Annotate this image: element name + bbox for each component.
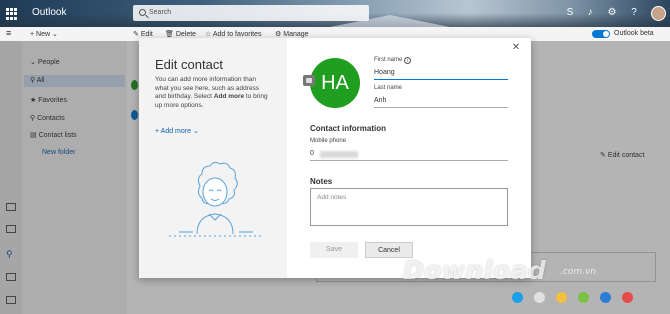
- search-icon: [139, 9, 146, 16]
- new-button[interactable]: + New ⌄: [30, 30, 58, 38]
- watermark-dot: [534, 292, 545, 303]
- header-bar: Outlook Search S ♪ ⚙ ?: [0, 0, 670, 27]
- beta-label: Outlook beta: [614, 30, 654, 37]
- first-name-underline: [374, 79, 508, 80]
- search-box[interactable]: Search: [133, 5, 369, 21]
- edit-contact-dialog: Edit contact You can add more informatio…: [139, 38, 531, 278]
- contact-avatar: HA: [310, 58, 360, 108]
- last-name-label: Last name: [374, 85, 403, 91]
- account-avatar[interactable]: [651, 6, 666, 21]
- notes-placeholder: Add notes: [317, 194, 347, 201]
- dialog-description: You can add more information than what y…: [155, 76, 268, 109]
- notes-heading: Notes: [310, 177, 333, 186]
- last-name-underline: [374, 107, 508, 108]
- watermark-dots: [512, 292, 644, 305]
- add-more-button[interactable]: + Add more ⌄: [155, 127, 199, 135]
- search-placeholder: Search: [149, 9, 172, 16]
- watermark-dot: [600, 292, 611, 303]
- edit-button[interactable]: ✎ Edit: [133, 30, 153, 38]
- bell-icon[interactable]: ♪: [584, 7, 596, 19]
- beta-toggle[interactable]: [592, 30, 610, 38]
- redacted-phone: [320, 151, 358, 158]
- help-icon[interactable]: ?: [628, 7, 640, 19]
- watermark-dot: [512, 292, 523, 303]
- dialog-side-panel: Edit contact You can add more informatio…: [139, 38, 287, 278]
- watermark-dot: [556, 292, 567, 303]
- person-illustration: [169, 161, 261, 237]
- manage-button[interactable]: ⚙ Manage: [275, 30, 309, 38]
- mobile-underline: [310, 160, 508, 161]
- watermark-domain: .com.vn: [560, 267, 596, 277]
- mobile-phone-label: Mobile phone: [310, 138, 347, 144]
- info-icon: i: [404, 57, 412, 64]
- watermark-logo: Download: [403, 256, 547, 285]
- watermark-dot: [578, 292, 589, 303]
- camera-icon[interactable]: [303, 75, 315, 86]
- app-launcher-icon[interactable]: [6, 8, 18, 20]
- delete-button[interactable]: 🗑 Delete: [165, 30, 196, 38]
- close-icon[interactable]: ✕: [511, 43, 521, 53]
- mobile-phone-field[interactable]: 0: [310, 150, 314, 157]
- first-name-field[interactable]: Hoang: [374, 69, 395, 76]
- add-favorites-button[interactable]: ☆ Add to favorites: [205, 30, 261, 38]
- app-brand[interactable]: Outlook: [32, 7, 66, 18]
- skype-icon[interactable]: S: [564, 7, 576, 19]
- save-button[interactable]: Save: [310, 242, 358, 258]
- first-name-label: First name i: [374, 57, 412, 64]
- notes-input[interactable]: Add notes: [310, 188, 508, 226]
- watermark-dot: [622, 292, 633, 303]
- gear-icon[interactable]: ⚙: [606, 7, 618, 19]
- dialog-title: Edit contact: [155, 57, 223, 72]
- hamburger-icon[interactable]: ≡: [6, 28, 11, 38]
- contact-info-heading: Contact information: [310, 124, 386, 133]
- last-name-field[interactable]: Anh: [374, 97, 386, 104]
